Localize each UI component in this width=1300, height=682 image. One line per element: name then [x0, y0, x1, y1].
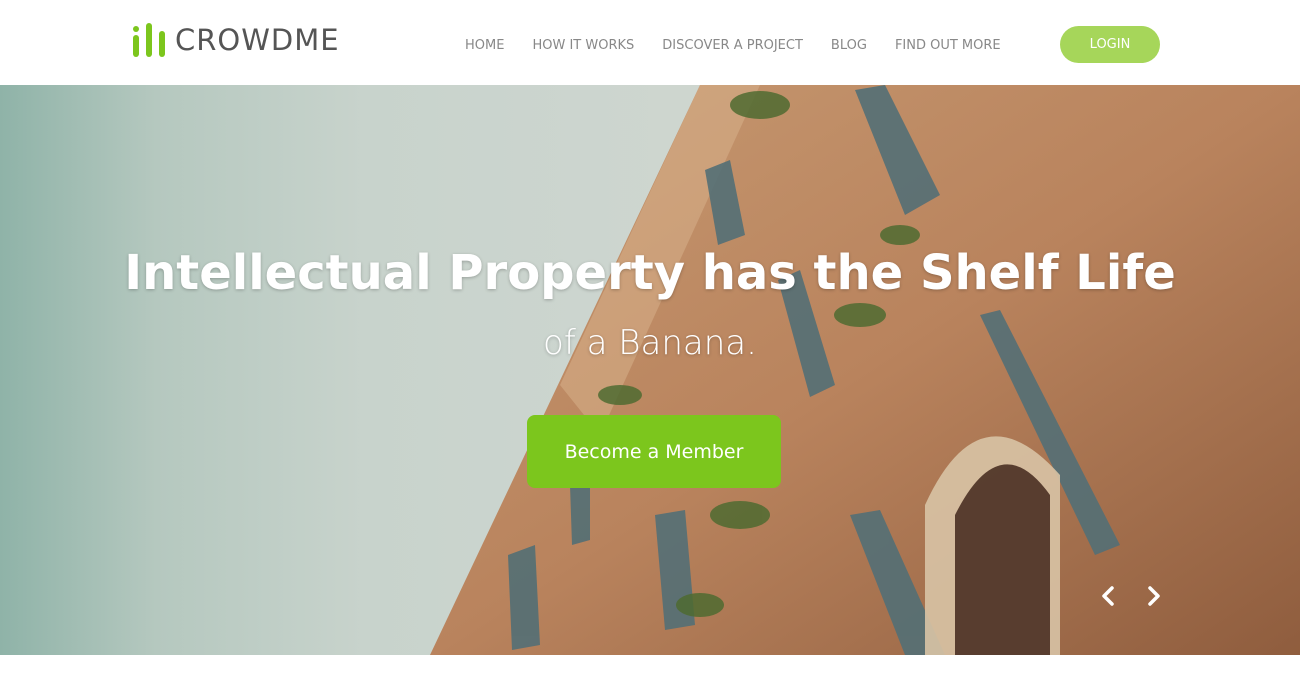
chevron-left-icon [1102, 586, 1114, 606]
become-member-button[interactable]: Become a Member [527, 415, 781, 488]
slider-prev-button[interactable] [1096, 583, 1120, 609]
logo[interactable]: CROWDME [133, 20, 340, 60]
bar-chart-logo-icon [133, 21, 169, 59]
hero-slider: Intellectual Property has the Shelf Life… [0, 85, 1300, 655]
hero-background-image [430, 85, 1300, 655]
hero-title: Intellectual Property has the Shelf Life [124, 245, 1176, 301]
site-header: CROWDME HOME HOW IT WORKS DISCOVER A PRO… [0, 0, 1300, 85]
nav-item-discover-a-project[interactable]: DISCOVER A PROJECT [662, 38, 803, 53]
hero-subtitle: of a Banana. [543, 323, 757, 363]
nav-item-find-out-more[interactable]: FIND OUT MORE [895, 38, 1001, 53]
nav-item-home[interactable]: HOME [465, 38, 504, 53]
main-nav: HOME HOW IT WORKS DISCOVER A PROJECT BLO… [465, 38, 1029, 53]
nav-item-how-it-works[interactable]: HOW IT WORKS [532, 38, 634, 53]
login-button[interactable]: LOGIN [1060, 26, 1160, 63]
chevron-right-icon [1148, 586, 1160, 606]
nav-item-blog[interactable]: BLOG [831, 38, 867, 53]
slider-next-button[interactable] [1142, 583, 1166, 609]
logo-text: CROWDME [175, 23, 340, 57]
